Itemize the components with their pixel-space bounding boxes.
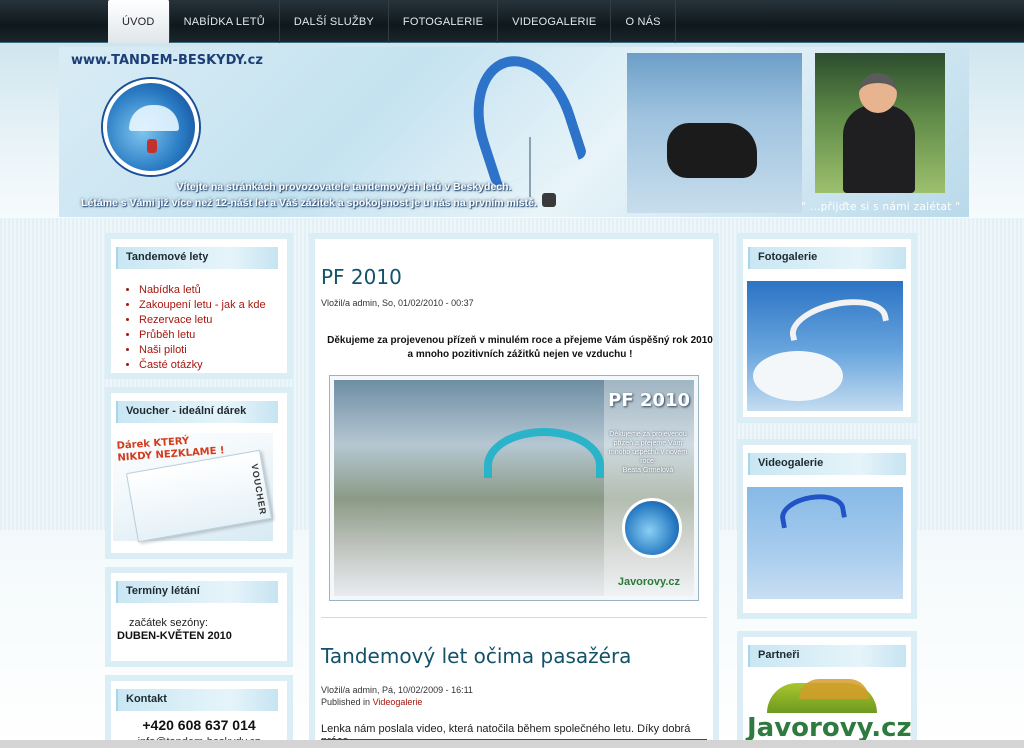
post-published: Published in Videogalerie [321,697,422,707]
site-logo[interactable] [103,79,199,175]
tandem-pilots [667,123,757,178]
video-gallery-box: Videogalerie [737,439,917,619]
gallery-video-thumbnail[interactable] [747,487,903,599]
paraglider-icon [129,105,179,131]
post-body: Děkujeme za projevenou přízeň v minulém … [327,335,713,360]
cloud-shape [753,351,843,401]
tandem-box-title: Tandemové lety [116,247,278,269]
menu-link-otazky[interactable]: Časté otázky [139,359,203,371]
menu-link-nabidka[interactable]: Nabídka letů [139,284,201,296]
partners-title: Partneři [748,645,906,667]
partner-logo-javorovy[interactable]: Javorovy.cz [747,677,912,748]
post-title[interactable]: Tandemový let očima pasažéra [321,644,631,668]
published-link[interactable]: Videogalerie [373,697,423,707]
menu-item: Průběh letu [139,328,266,343]
nav-item-uvod[interactable]: ÚVOD [108,0,170,43]
tandem-box: Tandemové lety Nabídka letů Zakoupení le… [105,233,293,379]
pf-2010-image: PF 2010 Děkujeme za projevenou přízeň a … [329,375,699,601]
menu-item: Zakoupení letu - jak a kde [139,298,266,313]
nav-item-nabidka-letu[interactable]: NABÍDKA LETŮ [170,0,280,43]
post-divider [321,617,707,618]
season-label: začátek sezóny: [129,617,208,629]
published-prefix: Published in [321,697,371,707]
voucher-card: VOUCHER [125,449,273,543]
voucher-image[interactable]: Dárek KTERÝ NIKDY NEZKLAME ! VOUCHER [113,433,273,543]
video-gallery-title: Videogalerie [748,453,906,475]
voucher-box: Voucher - ideální dárek Dárek KTERÝ NIKD… [105,387,293,559]
banner-quote: " ...přijďte si s námi zalétat " [801,201,961,213]
voucher-box-title: Voucher - ideální dárek [116,401,278,423]
menu-link-rezervace[interactable]: Rezervace letu [139,314,212,326]
contact-box-title: Kontakt [116,689,278,711]
menu-link-prubeh[interactable]: Průběh letu [139,329,195,341]
pf-image-heading: PF 2010 [608,390,690,411]
nav-item-videogalerie[interactable]: VIDEOGALERIE [498,0,612,43]
menu-link-piloti[interactable]: Naši piloti [139,344,187,356]
pf-image-message: Děkujeme za projevenou přízeň a přejeme … [608,431,688,465]
pf-side-panel [604,380,694,596]
tandem-menu: Nabídka letů Zakoupení letu - jak a kde … [127,283,266,373]
gallery-photo[interactable] [747,281,903,411]
pilot-icon [147,139,157,153]
partners-box: Partneři Javorovy.cz [737,631,917,748]
welcome-line-2: Létáme s Vámi již více než 12-nášt let a… [81,197,537,209]
nav-list: ÚVOD NABÍDKA LETŮ DALŠÍ SLUŽBY FOTOGALER… [108,0,676,43]
paraglider-wing-image [784,290,890,342]
hill-shape [799,679,869,699]
header-banner: www.TANDEM-BESKYDY.cz Vítejte na stránká… [59,47,969,217]
menu-item: Naši piloti [139,343,266,358]
tandem-flight-photo [627,53,802,213]
menu-item: Nabídka letů [139,283,266,298]
paraglider-wing-image [777,489,847,529]
pf-image-text: Děkujeme za projevenou přízeň a přejeme … [608,430,688,475]
pilot-portrait-photo [815,53,945,193]
site-logo-small [622,498,682,558]
welcome-text: Vítejte na stránkách provozovatele tande… [59,179,559,211]
terms-box: Termíny létání začátek sezóny: DUBEN-KVĚ… [105,567,293,667]
pf-image-brand: Javorovy.cz [617,576,680,588]
pf-image-scene: PF 2010 Děkujeme za projevenou přízeň a … [334,380,694,596]
post-meta: Vložil/a admin, So, 01/02/2010 - 00:37 [321,298,474,308]
nav-item-dalsi-sluzby[interactable]: DALŠÍ SLUŽBY [280,0,389,43]
photo-gallery-box: Fotogalerie [737,233,917,423]
top-navigation: ÚVOD NABÍDKA LETŮ DALŠÍ SLUŽBY FOTOGALER… [0,0,1024,43]
contact-phone: +420 608 637 014 [142,717,256,733]
welcome-line-1: Vítejte na stránkách provozovatele tande… [176,181,512,193]
window-bottom-edge [0,740,1024,748]
paraglider-wing-image [455,47,589,188]
pf-image-signature: Beata Grmelová [622,467,674,474]
photo-gallery-title: Fotogalerie [748,247,906,269]
paraglider-wing-image [484,428,604,478]
post-meta: Vložil/a admin, Pá, 10/02/2009 - 16:11 [321,685,473,695]
nav-item-fotogalerie[interactable]: FOTOGALERIE [389,0,499,43]
terms-box-title: Termíny létání [116,581,278,603]
contact-box: Kontakt +420 608 637 014 info@tandem-bes… [105,675,293,748]
pilot-body [843,105,915,193]
partner-logo-text: Javorovy.cz [747,713,912,743]
site-url: www.TANDEM-BESKYDY.cz [71,53,263,68]
menu-item: Časté otázky [139,358,266,373]
menu-item: Rezervace letu [139,313,266,328]
main-content: PF 2010 Vložil/a admin, So, 01/02/2010 -… [309,233,719,748]
menu-link-zakoupeni[interactable]: Zakoupení letu - jak a kde [139,299,266,311]
nav-item-o-nas[interactable]: O NÁS [611,0,676,43]
season-value: DUBEN-KVĚTEN 2010 [117,630,232,642]
post-title[interactable]: PF 2010 [321,265,402,289]
pilot-face [859,73,897,113]
voucher-card-label: VOUCHER [249,463,269,517]
